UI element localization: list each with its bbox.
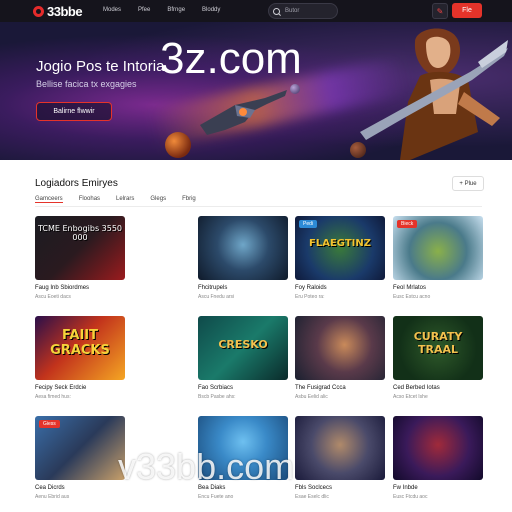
game-meta: Eusc Ftcdu aoc — [393, 494, 428, 500]
game-meta: Bscb Pasbe ahs: — [198, 394, 236, 400]
edit-icon[interactable]: ✎ — [432, 3, 448, 19]
game-title: The Fusigrad Ccca — [295, 385, 346, 391]
game-thumbnail[interactable] — [198, 216, 288, 280]
game-card[interactable]: Giess Cea Dicrds Aenu Ebrid aus — [35, 416, 125, 500]
game-card[interactable]: CRESKO Fao Scrbiacs Bscb Pasbe ahs: — [198, 316, 288, 400]
tab-5[interactable]: Fbrig — [182, 196, 196, 203]
tab-2[interactable]: Floohas — [79, 196, 100, 203]
game-card[interactable]: FLAEGTINZ Pedi Foy Raloids Eru Poteo ra: — [295, 216, 385, 300]
planet-graphic — [290, 84, 300, 94]
game-title: Cea Dicrds — [35, 485, 65, 491]
more-button[interactable]: + Plue — [452, 176, 484, 191]
nav-item-2[interactable]: Pfee — [138, 7, 150, 13]
game-art-text: TCME Enbogibs 3550 000 — [37, 224, 123, 242]
hero-watermark: 3z.com — [160, 34, 302, 83]
planet-graphic — [165, 132, 191, 158]
header-cta-button[interactable]: Fle — [452, 3, 482, 18]
game-thumbnail[interactable]: CURATY TRAAL — [393, 316, 483, 380]
game-meta: Ascu Fnedu arsi — [198, 294, 235, 300]
more-button-label: Plue — [464, 180, 477, 187]
brand-logo-icon — [33, 5, 44, 17]
game-card[interactable]: Fhcitrupels Ascu Fnedu arsi — [198, 216, 288, 300]
category-tabs: Gamceers Floohas Lelrars Glegs Fbrig — [35, 196, 212, 203]
game-thumbnail[interactable]: Bieck — [393, 216, 483, 280]
game-thumbnail[interactable] — [295, 416, 385, 480]
game-card[interactable]: Fw Inbde Eusc Ftcdu aoc — [393, 416, 483, 500]
footer-watermark: v33bb.com — [118, 446, 295, 487]
tab-4[interactable]: Glegs — [150, 196, 166, 203]
section-divider — [35, 206, 482, 207]
game-title: Feol Mrlatos — [393, 285, 427, 291]
game-meta: Acso Etcet Ishe — [393, 394, 428, 400]
nav-item-3[interactable]: Bfrnge — [167, 7, 185, 13]
game-meta: Eru Poteo ra: — [295, 294, 325, 300]
game-meta: Eusc Estcu acno — [393, 294, 431, 300]
game-title: Fecipy Seck Erdcie — [35, 385, 87, 391]
game-title: Faug Inb Sbiordmes — [35, 285, 90, 291]
brand-name: 33bbe — [47, 3, 83, 19]
game-title: Foy Raloids — [295, 285, 327, 291]
game-meta: Ascu Eoeti dacs — [35, 294, 71, 300]
game-art-text: CURATY TRAAL — [413, 330, 463, 356]
game-title: Fw Inbde — [393, 485, 418, 491]
warrior-character-graphic — [360, 28, 508, 160]
game-art-text: FAIIT GRACKS — [50, 328, 110, 358]
search-input[interactable]: Butor — [268, 3, 338, 19]
game-art-text: CRESKO — [218, 338, 268, 351]
game-card[interactable]: Bieck Feol Mrlatos Eusc Estcu acno — [393, 216, 483, 300]
game-meta: Asbu Eelid alic — [295, 394, 328, 400]
hero-cta-button[interactable]: Balirne flwwir — [36, 102, 112, 121]
section-title: Logiadors Emiryes — [35, 178, 118, 189]
game-badge: Pedi — [299, 220, 318, 228]
game-title: Ced Berbed Iotas — [393, 385, 440, 391]
game-meta: Esae Eselc dlic — [295, 494, 329, 500]
game-card[interactable]: Fbls Soclcecs Esae Eselc dlic — [295, 416, 385, 500]
nav-item-4[interactable]: Bloddy — [202, 7, 220, 13]
game-badge: Giess — [39, 420, 60, 428]
game-title: Fbls Soclcecs — [295, 485, 333, 491]
hero-subtitle: Bellise facica tx exgagies — [36, 79, 137, 89]
game-thumbnail[interactable] — [393, 416, 483, 480]
main-nav: Modes Pfee Bfrnge Bloddy — [103, 7, 237, 13]
game-art-text: FLAEGTINZ — [309, 238, 371, 249]
nav-item-1[interactable]: Modes — [103, 7, 121, 13]
search-icon — [273, 7, 280, 15]
tab-1[interactable]: Gamceers — [35, 196, 63, 203]
game-meta: Aenu Ebrid aus — [35, 494, 70, 500]
game-thumbnail[interactable]: FLAEGTINZ Pedi — [295, 216, 385, 280]
game-badge: Bieck — [397, 220, 418, 228]
weapon-graphic — [200, 90, 287, 135]
game-thumbnail[interactable]: TCME Enbogibs 3550 000 — [35, 216, 125, 280]
brand-logo[interactable]: 33bbe — [33, 3, 83, 19]
hero-banner: 3z.com Jogio Pos te Intoria Bellise faci… — [0, 22, 512, 160]
game-thumbnail[interactable]: FAIIT GRACKS — [35, 316, 125, 380]
game-thumbnail[interactable] — [295, 316, 385, 380]
game-card[interactable]: CURATY TRAAL Ced Berbed Iotas Acso Etcet… — [393, 316, 483, 400]
search-placeholder: Butor — [285, 8, 300, 14]
tab-3[interactable]: Lelrars — [116, 196, 134, 203]
game-meta: Encu Fuete ano — [198, 494, 234, 500]
game-card[interactable]: The Fusigrad Ccca Asbu Eelid alic — [295, 316, 385, 400]
game-thumbnail[interactable]: Giess — [35, 416, 125, 480]
game-title: Fao Scrbiacs — [198, 385, 234, 391]
game-title: Fhcitrupels — [198, 285, 228, 291]
hero-title: Jogio Pos te Intoria — [36, 58, 165, 75]
game-card[interactable]: FAIIT GRACKS Fecipy Seck Erdcie Aesa fim… — [35, 316, 125, 400]
game-meta: Aesa fimed hus: — [35, 394, 71, 400]
game-card[interactable]: TCME Enbogibs 3550 000 Faug Inb Sbiordme… — [35, 216, 125, 300]
game-thumbnail[interactable]: CRESKO — [198, 316, 288, 380]
top-navigation-bar: 33bbe Modes Pfee Bfrnge Bloddy Butor ✎ F… — [0, 0, 512, 22]
